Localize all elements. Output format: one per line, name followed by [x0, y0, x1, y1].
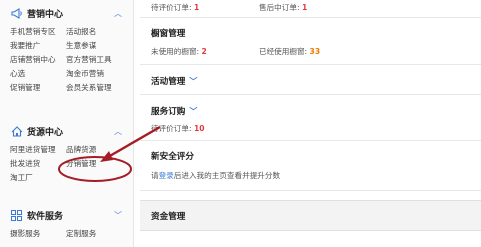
chevron-down-icon[interactable]: ﹀	[189, 77, 197, 86]
chevron-down-icon[interactable]: ﹀	[189, 107, 197, 116]
sidebar-link[interactable]: 店铺营销中心	[10, 54, 58, 65]
chevron-down-icon[interactable]: ﹀	[114, 210, 122, 221]
activity-title-text: 活动管理	[151, 77, 186, 87]
assets-title: 资金管理	[151, 212, 186, 222]
security-hint-prefix: 请	[151, 171, 159, 180]
sidebar-link[interactable]: 定制服务	[66, 228, 130, 239]
activity-title: 活动管理 ﹀	[151, 75, 197, 87]
sidebar-link-distribution[interactable]: 分销管理	[66, 158, 130, 169]
megaphone-icon	[10, 7, 23, 20]
security-hint: 请登录后进入我的主页查看并提升分数	[151, 170, 280, 181]
login-link[interactable]: 登录	[159, 171, 174, 180]
sidebar-link[interactable]: 手机营销专区	[10, 26, 58, 37]
sidebar-link[interactable]: 摄影服务	[10, 228, 58, 239]
sidebar-link[interactable]: 淘工厂	[10, 172, 58, 183]
service-pending-orders[interactable]: 待评价订单: 10	[151, 123, 205, 134]
sidebar-link[interactable]: 促销管理	[10, 82, 58, 93]
main-content: 待评价订单: 1 售后中订单: 1 橱窗管理 未使用的橱窗: 2 已经使用橱窗:…	[140, 0, 481, 247]
service-order-title-text: 服务订购	[151, 107, 186, 117]
home-icon	[10, 125, 23, 138]
sidebar-link[interactable]: 心选	[10, 68, 58, 79]
software-section-title: 软件服务	[27, 211, 64, 222]
sidebar-link[interactable]: 活动报名	[66, 26, 130, 37]
software-section-header[interactable]: 软件服务 ﹀	[10, 208, 126, 222]
aftersale-label: 售后中订单:	[259, 3, 300, 12]
sidebar-link[interactable]: 阿里进货管理	[10, 144, 58, 155]
aftersale-orders[interactable]: 售后中订单: 1	[259, 2, 307, 13]
showcase-unused[interactable]: 未使用的橱窗: 2	[151, 46, 207, 57]
showcase-panel: 橱窗管理 未使用的橱窗: 2 已经使用橱窗: 33	[140, 18, 481, 65]
showcase-unused-count: 2	[201, 47, 207, 56]
sidebar-link[interactable]: 官方营销工具	[66, 54, 130, 65]
software-links: 摄影服务 定制服务	[10, 228, 134, 239]
sourcing-links: 阿里进货管理 品牌货源 批发进货 分销管理 淘工厂	[10, 144, 134, 183]
showcase-title: 橱窗管理	[151, 29, 186, 39]
marketing-links: 手机营销专区 活动报名 我要推广 生意参谋 店铺营销中心 官方营销工具 心选 淘…	[10, 26, 134, 93]
sidebar: 营销中心 ︿ 手机营销专区 活动报名 我要推广 生意参谋 店铺营销中心 官方营销…	[0, 0, 134, 247]
pending-review-count: 1	[193, 3, 200, 12]
security-hint-suffix: 后进入我的主页查看并提升分数	[173, 171, 281, 180]
chevron-up-icon[interactable]: ︿	[114, 126, 122, 137]
assets-panel-header[interactable]: 资金管理	[140, 200, 481, 231]
service-pending-count: 10	[193, 124, 205, 133]
activity-panel[interactable]: 活动管理 ﹀	[140, 65, 481, 95]
pending-review-orders[interactable]: 待评价订单: 1	[151, 2, 199, 13]
service-pending-label: 待评价订单:	[151, 124, 192, 133]
order-summary-panel: 待评价订单: 1 售后中订单: 1	[140, 0, 481, 18]
service-order-title: 服务订购 ﹀	[151, 105, 197, 117]
sidebar-link[interactable]: 批发进货	[10, 158, 58, 169]
sourcing-section-title: 货源中心	[27, 127, 64, 138]
grid-icon	[10, 209, 23, 222]
aftersale-count: 1	[301, 3, 308, 12]
showcase-used-count: 33	[309, 47, 321, 56]
showcase-used-label: 已经使用橱窗:	[259, 47, 308, 56]
sidebar-link[interactable]: 我要推广	[10, 40, 58, 51]
sidebar-link[interactable]: 淘金币营销	[66, 68, 130, 79]
showcase-unused-label: 未使用的橱窗:	[151, 47, 200, 56]
pending-review-label: 待评价订单:	[151, 3, 192, 12]
security-score-panel: 新安全评分 请登录后进入我的主页查看并提升分数	[140, 141, 481, 191]
security-title: 新安全评分	[151, 152, 194, 162]
chevron-up-icon[interactable]: ︿	[114, 8, 122, 19]
service-order-panel: 服务订购 ﹀ 待评价订单: 10	[140, 95, 481, 141]
sourcing-section-header[interactable]: 货源中心 ︿	[10, 124, 126, 138]
sidebar-link[interactable]: 生意参谋	[66, 40, 130, 51]
marketing-section-header[interactable]: 营销中心 ︿	[10, 6, 126, 20]
sidebar-link[interactable]: 品牌货源	[66, 144, 130, 155]
showcase-used[interactable]: 已经使用橱窗: 33	[259, 46, 320, 57]
marketing-section-title: 营销中心	[27, 9, 64, 20]
sidebar-link[interactable]: 会员关系管理	[66, 82, 130, 93]
